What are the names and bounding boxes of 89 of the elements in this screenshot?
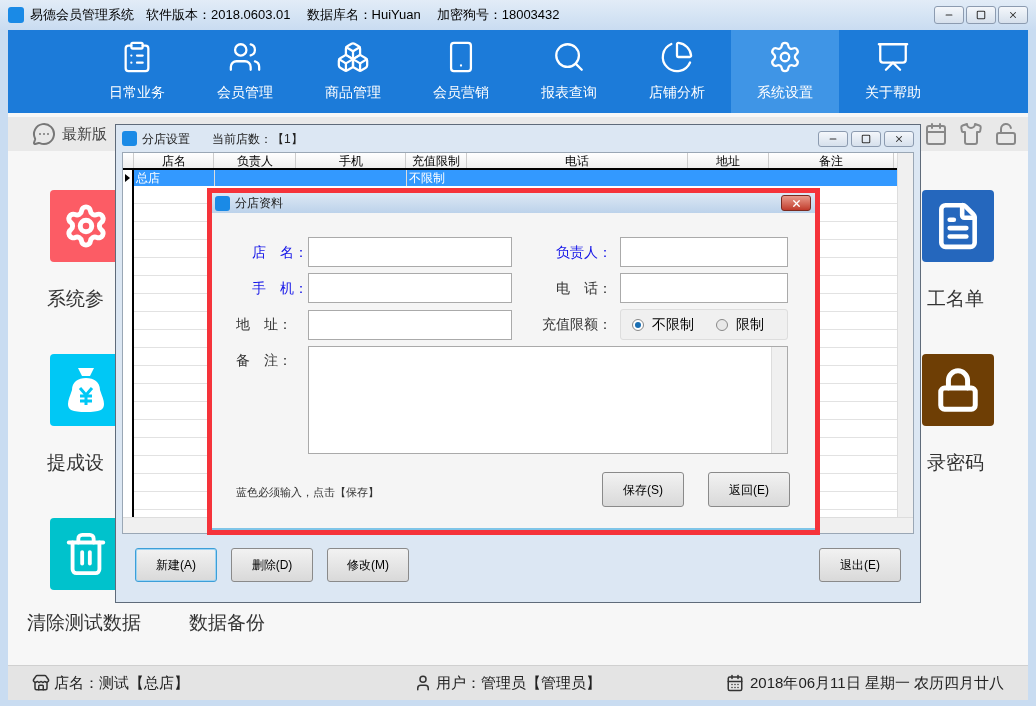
column-header[interactable]: 手机 [296,153,406,168]
nav-tab[interactable]: 店铺分析 [623,30,731,113]
version-text: 软件版本：2018.0603.01 [146,6,291,25]
vertical-scrollbar[interactable] [771,347,787,453]
settings-icon [768,40,802,74]
close-button[interactable] [884,130,914,147]
dialog-button[interactable]: 退出(E) [819,548,901,582]
nav-tab[interactable]: 报表查询 [515,30,623,113]
nav-tab[interactable]: 关于帮助 [839,30,947,113]
text-field[interactable] [308,237,512,267]
minimize-button[interactable] [818,130,848,147]
vertical-scrollbar[interactable] [897,153,913,517]
radio-option[interactable]: 限制 [716,314,764,335]
table-cell: 不限制 [406,170,467,186]
close-button[interactable] [998,6,1028,24]
close-icon [790,197,802,209]
field-label: 店 名： [251,242,308,262]
user-icon [414,674,432,692]
nav-tab[interactable]: 会员营销 [407,30,515,113]
database-text: 数据库名：HuiYuan [306,6,421,25]
text-field[interactable] [308,309,512,340]
dialog-button[interactable]: 新建(A) [135,548,217,582]
tile-label: 提成设 [47,451,104,475]
column-header[interactable]: 充值限制 [406,153,467,168]
settings-icon [63,203,109,249]
date-status: 2018年06月11日 星期一 农历四月廿八 [750,672,1004,693]
text-field[interactable] [620,237,788,267]
nav-tab[interactable]: 日常业务 [83,30,191,113]
maximize-button[interactable] [966,6,996,24]
unlock-icon[interactable] [994,122,1018,146]
field-label: 电 话： [555,278,613,298]
feature-tile[interactable] [922,190,994,262]
shirt-icon[interactable] [959,122,983,146]
app-logo-icon [8,7,24,23]
calendar-icon [726,674,745,692]
minimize-button[interactable] [934,6,964,24]
field-label: 备 注： [236,351,293,370]
field-label: 地 址： [236,315,293,334]
nav-tab[interactable]: 商品管理 [299,30,407,113]
field-label: 充值限额： [541,315,613,334]
app-logo-icon [122,131,137,146]
tile-label: 录密码 [926,451,984,475]
tile-label: 工名单 [926,287,984,311]
column-header[interactable]: 备注 [769,153,894,168]
boxes-icon [336,40,370,74]
nav-tab[interactable]: 会员管理 [191,30,299,113]
app-logo-icon [215,195,230,211]
column-header[interactable]: 店名 [134,153,214,168]
radio-option[interactable]: 不限制 [632,314,694,335]
hint-text: 蓝色必须输入，点击【保存】 [236,485,379,501]
column-header[interactable]: 电话 [467,153,688,168]
window-title: 易德会员管理系统 [30,6,134,25]
presentation-icon [876,40,910,74]
notice-text: 最新版 [62,123,107,144]
message-icon [32,122,56,146]
text-field[interactable] [620,273,788,303]
dialog-button[interactable]: 保存(S) [602,472,684,507]
column-header[interactable]: 地址 [688,153,769,168]
notes-field[interactable] [308,346,788,454]
tile-label: 系统参 [47,287,104,311]
close-icon [894,133,904,144]
dialog-title: 分店资料 [235,195,283,212]
column-header[interactable]: 负责人 [214,153,296,168]
dialog-button[interactable]: 删除(D) [231,548,313,582]
dongle-text: 加密狗号：18003432 [436,6,560,25]
field-label: 手 机： [251,278,308,298]
close-icon [1008,10,1018,20]
text-field[interactable] [308,273,512,303]
close-button[interactable] [781,195,811,211]
store-icon [32,674,50,692]
field-label: 负责人： [555,242,613,262]
lock-icon [935,367,981,413]
pie-chart-icon [660,40,694,74]
store-status: 店名：测试【总店】 [54,672,189,693]
users-icon [228,40,262,74]
feature-tile[interactable] [922,354,994,426]
user-status: 用户：管理员【管理员】 [436,672,601,693]
dialog-button[interactable]: 修改(M) [327,548,409,582]
store-count: 当前店数：【1】 [212,130,303,148]
table-cell-text: 总店 [135,170,161,186]
calendar-icon[interactable] [924,122,948,146]
tile-label: 数据备份 [189,611,265,635]
maximize-button[interactable] [851,130,881,147]
maximize-icon [861,133,871,144]
window-title: 分店设置 [142,130,190,148]
tile-label: 清除测试数据 [27,611,141,635]
maximize-icon [976,10,986,20]
dialog-button[interactable]: 返回(E) [708,472,790,507]
search-icon [552,40,586,74]
